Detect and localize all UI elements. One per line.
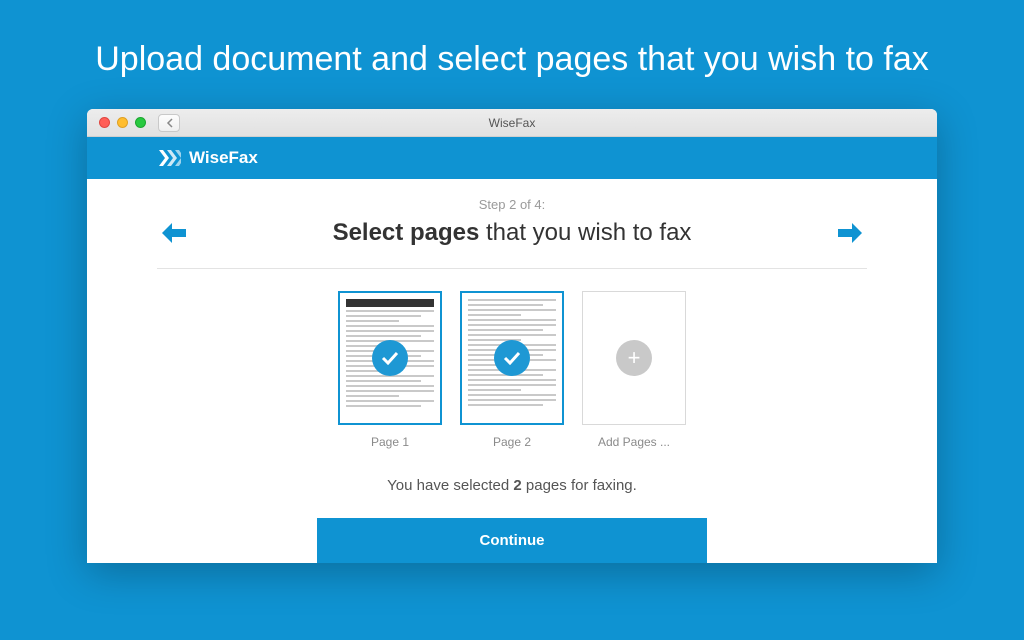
browser-window: WiseFax WiseFax Step 2 of 4: Select page…	[87, 109, 937, 563]
next-step-button[interactable]	[833, 216, 867, 250]
selected-check-icon	[372, 340, 408, 376]
arrow-left-icon	[160, 221, 188, 245]
previous-step-button[interactable]	[157, 216, 191, 250]
add-pages-item: + Add Pages ...	[582, 291, 686, 449]
page-thumbnails: Page 1	[157, 291, 867, 449]
browser-chrome: WiseFax	[87, 109, 937, 137]
add-pages-label: Add Pages ...	[598, 435, 670, 449]
summary-count: 2	[513, 477, 521, 494]
app-header: WiseFax	[87, 137, 937, 179]
summary-pre: You have selected	[387, 477, 513, 494]
minimize-window-button[interactable]	[117, 117, 128, 128]
plus-icon: +	[616, 340, 652, 376]
page-1-label: Page 1	[371, 435, 409, 449]
step-heading: Select pages that you wish to fax	[333, 219, 692, 247]
main-content: Step 2 of 4: Select pages that you wish …	[87, 179, 937, 563]
wisefax-logo-icon	[159, 150, 181, 166]
add-pages-button[interactable]: +	[582, 291, 686, 425]
continue-button[interactable]: Continue	[317, 518, 707, 563]
summary-post: pages for faxing.	[522, 477, 637, 494]
page-2-label: Page 2	[493, 435, 531, 449]
browser-title: WiseFax	[87, 116, 937, 130]
close-window-button[interactable]	[99, 117, 110, 128]
arrow-right-icon	[836, 221, 864, 245]
selected-check-icon	[494, 340, 530, 376]
browser-back-button[interactable]	[158, 114, 180, 132]
promo-title: Upload document and select pages that yo…	[0, 0, 1024, 109]
selection-summary: You have selected 2 pages for faxing.	[157, 477, 867, 494]
brand-name: WiseFax	[189, 148, 258, 168]
page-1-thumbnail[interactable]	[338, 291, 442, 425]
heading-rest: that you wish to fax	[479, 219, 691, 246]
page-2-item: Page 2	[460, 291, 564, 449]
chevron-left-icon	[166, 118, 173, 128]
heading-row: Select pages that you wish to fax	[157, 216, 867, 269]
window-controls	[87, 117, 146, 128]
step-label: Step 2 of 4:	[157, 197, 867, 212]
page-1-item: Page 1	[338, 291, 442, 449]
maximize-window-button[interactable]	[135, 117, 146, 128]
heading-bold: Select pages	[333, 219, 480, 246]
page-2-thumbnail[interactable]	[460, 291, 564, 425]
